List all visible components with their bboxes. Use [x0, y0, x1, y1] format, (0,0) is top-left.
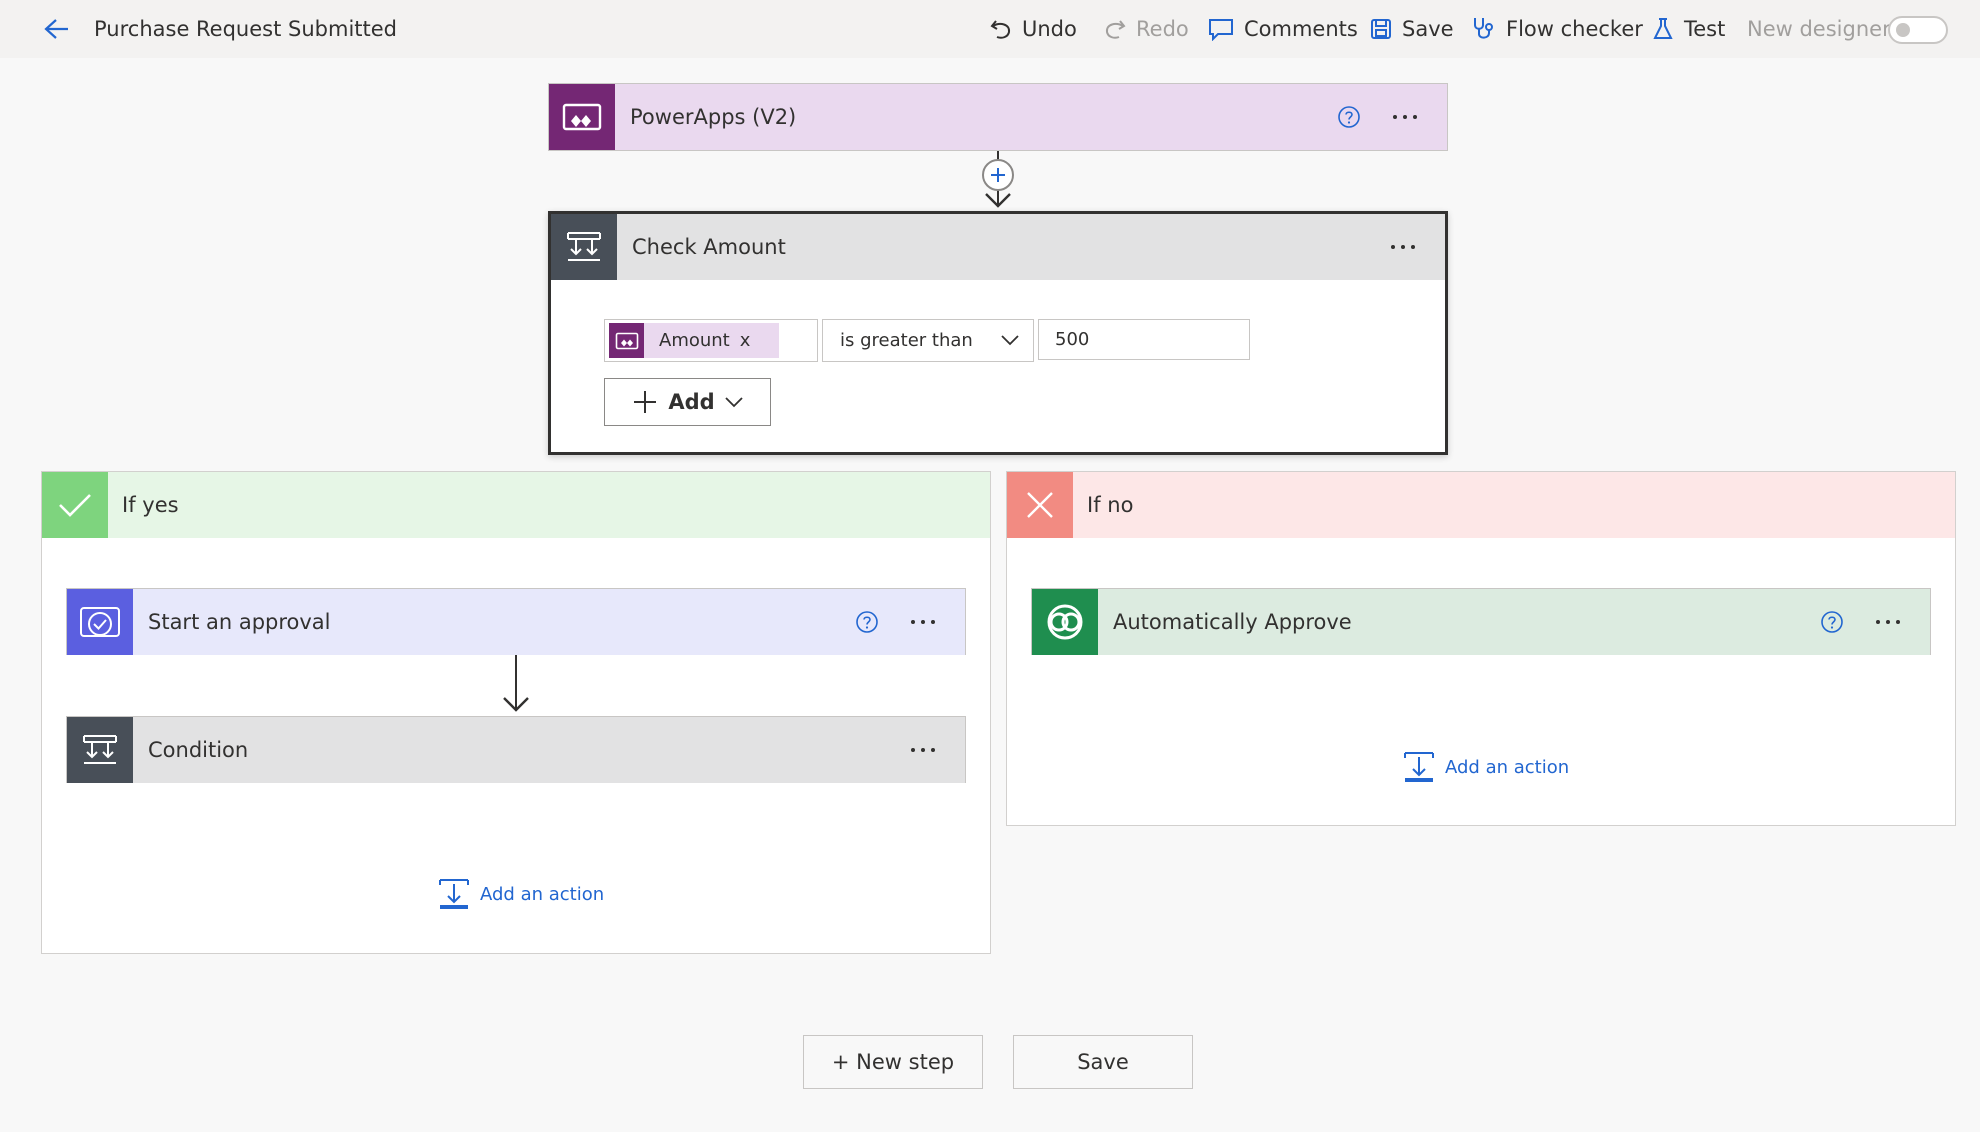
redo-button[interactable]: Redo — [1104, 12, 1189, 46]
back-arrow-icon[interactable] — [40, 13, 74, 45]
branch-no-label: If no — [1087, 493, 1134, 517]
more-options-icon[interactable] — [1868, 608, 1908, 636]
condition-title: Check Amount — [632, 235, 786, 259]
condition-left-operand[interactable]: Amount x — [604, 319, 818, 362]
more-options-icon[interactable] — [1383, 233, 1423, 261]
redo-icon — [1105, 20, 1126, 39]
flow-checker-button[interactable]: Flow checker — [1472, 12, 1643, 46]
condition-card-header[interactable]: Check Amount — [551, 214, 1445, 280]
chevron-down-icon — [725, 397, 743, 408]
help-icon[interactable] — [1335, 103, 1363, 131]
token-label: Amount — [659, 330, 730, 351]
chevron-down-icon — [1001, 335, 1019, 346]
insert-step-plus-icon[interactable] — [982, 159, 1014, 191]
comments-icon — [1209, 19, 1233, 41]
action-card-start-approval[interactable]: Start an approval — [66, 588, 966, 655]
action-card-automatically-approve[interactable]: Automatically Approve — [1031, 588, 1931, 655]
command-bar: Purchase Request Submitted Undo Redo Com… — [0, 0, 1980, 58]
start-approval-title: Start an approval — [148, 610, 331, 634]
new-designer-toggle[interactable] — [1888, 16, 1948, 44]
test-button[interactable]: Test — [1652, 12, 1725, 46]
help-icon[interactable] — [853, 608, 881, 636]
flask-icon — [1653, 18, 1673, 39]
action-card-header[interactable]: Condition — [67, 717, 965, 783]
powerapps-icon — [609, 323, 644, 358]
more-options-icon[interactable] — [903, 608, 943, 636]
trigger-card-header[interactable]: PowerApps (V2) — [549, 84, 1447, 150]
toggle-knob — [1896, 23, 1910, 37]
condition-value-input[interactable]: 500 — [1038, 319, 1250, 360]
action-card-header[interactable]: Automatically Approve — [1032, 589, 1930, 655]
trigger-card-powerapps[interactable]: PowerApps (V2) — [548, 83, 1448, 151]
nested-condition-title: Condition — [148, 738, 249, 762]
more-options-icon[interactable] — [903, 736, 943, 764]
save-button[interactable]: Save — [1013, 1035, 1193, 1089]
connector-arrowhead-icon — [985, 193, 1011, 208]
trigger-title: PowerApps (V2) — [630, 105, 797, 129]
close-icon — [1007, 472, 1073, 538]
checkmark-icon — [42, 472, 108, 538]
add-an-action-yes[interactable]: Add an action — [438, 878, 604, 910]
action-card-condition[interactable]: Condition — [66, 716, 966, 783]
condition-icon — [551, 214, 617, 280]
connector-arrowhead-icon — [503, 697, 529, 712]
save-icon — [1371, 19, 1391, 39]
add-action-icon — [439, 879, 469, 909]
action-card-header[interactable]: Start an approval — [67, 589, 965, 655]
dataverse-icon — [1032, 589, 1098, 655]
flow-title: Purchase Request Submitted — [94, 17, 397, 41]
add-condition-button[interactable]: Add — [604, 378, 771, 426]
undo-icon — [990, 20, 1011, 39]
branch-if-no-header: If no — [1007, 472, 1955, 538]
automatically-approve-title: Automatically Approve — [1113, 610, 1352, 634]
add-action-icon — [1404, 752, 1434, 782]
help-icon[interactable] — [1818, 608, 1846, 636]
condition-icon — [67, 717, 133, 783]
remove-token-icon[interactable]: x — [740, 330, 751, 351]
stethoscope-icon — [1474, 18, 1493, 39]
new-designer-label: New designer — [1747, 17, 1891, 41]
comments-button[interactable]: Comments — [1208, 12, 1358, 46]
undo-button[interactable]: Undo — [990, 12, 1077, 46]
dynamic-content-token[interactable]: Amount x — [609, 323, 779, 358]
operator-dropdown[interactable]: is greater than — [822, 319, 1034, 362]
approval-icon — [67, 589, 133, 655]
add-an-action-no[interactable]: Add an action — [1403, 751, 1569, 783]
branch-yes-label: If yes — [122, 493, 179, 517]
plus-icon — [634, 391, 657, 413]
branch-if-yes-header: If yes — [42, 472, 990, 538]
more-options-icon[interactable] — [1385, 103, 1425, 131]
save-button-top[interactable]: Save — [1370, 12, 1454, 46]
powerapps-icon — [549, 84, 615, 150]
new-step-button[interactable]: + New step — [803, 1035, 983, 1089]
